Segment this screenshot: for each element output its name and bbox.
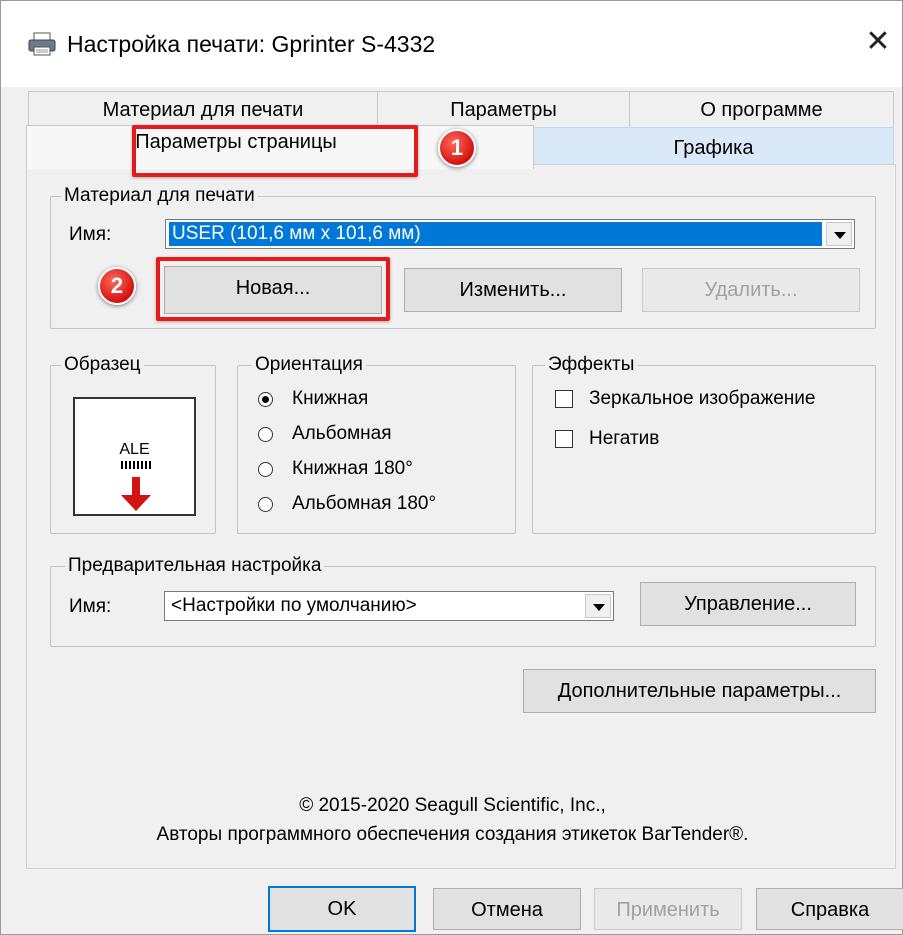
tab-about[interactable]: О программе bbox=[629, 91, 894, 129]
delete-stock-button[interactable]: Удалить... bbox=[642, 268, 860, 312]
group-title: Материал для печати bbox=[61, 184, 258, 208]
radio-label: Книжная bbox=[292, 388, 369, 409]
advanced-options-button[interactable]: Дополнительные параметры... bbox=[523, 669, 876, 713]
group-title: Предварительная настройка bbox=[65, 554, 325, 578]
tab-label: Графика bbox=[673, 137, 754, 159]
tab-graphics[interactable]: Графика bbox=[533, 127, 894, 165]
window-title: Настройка печати: Gprinter S-4332 bbox=[67, 31, 436, 57]
group-title: Ориентация bbox=[252, 353, 366, 377]
new-stock-button[interactable]: Новая... bbox=[164, 266, 382, 314]
group-title: Образец bbox=[61, 353, 144, 377]
checkbox-negative[interactable]: Негатив bbox=[555, 426, 875, 452]
orientation-group: Ориентация Книжная Альбомная Книжная 180… bbox=[237, 353, 516, 534]
radio-label: Книжная 180° bbox=[292, 458, 413, 479]
tab-label: Параметры страницы bbox=[135, 131, 337, 153]
help-button[interactable]: Справка bbox=[756, 888, 903, 930]
sample-group: Образец ALE bbox=[50, 353, 216, 534]
radio-dot[interactable] bbox=[258, 427, 273, 442]
tab-print-material[interactable]: Материал для печати bbox=[28, 91, 378, 129]
edit-stock-button[interactable]: Изменить... bbox=[404, 268, 622, 312]
radio-dot[interactable] bbox=[258, 392, 273, 407]
checkbox-label: Зеркальное изображение bbox=[589, 388, 816, 409]
radio-dot[interactable] bbox=[258, 497, 273, 512]
title-bar: Настройка печати: Gprinter S-4332 ✕ bbox=[1, 1, 902, 87]
step-badge-1: 1 bbox=[438, 129, 476, 167]
chevron-down-icon[interactable] bbox=[826, 222, 852, 246]
close-button[interactable]: ✕ bbox=[854, 21, 902, 67]
select-value: USER (101,6 мм x 101,6 мм) bbox=[169, 222, 822, 246]
step-badge-2: 2 bbox=[98, 267, 136, 305]
stock-name-label: Имя: bbox=[69, 224, 112, 245]
checkbox-box[interactable] bbox=[555, 430, 573, 448]
copyright-line-1: © 2015-2020 Seagull Scientific, Inc., bbox=[299, 795, 606, 816]
radio-landscape[interactable]: Альбомная bbox=[258, 421, 458, 447]
preset-name-label: Имя: bbox=[69, 596, 112, 617]
radio-label: Альбомная bbox=[292, 423, 392, 444]
radio-portrait[interactable]: Книжная bbox=[258, 386, 458, 412]
checkbox-mirror[interactable]: Зеркальное изображение bbox=[555, 386, 875, 412]
tab-label: О программе bbox=[700, 99, 823, 121]
radio-portrait-180[interactable]: Книжная 180° bbox=[258, 456, 458, 482]
apply-button[interactable]: Применить bbox=[594, 888, 742, 930]
preview-text: ALE bbox=[119, 441, 150, 458]
radio-landscape-180[interactable]: Альбомная 180° bbox=[258, 491, 458, 517]
barcode-icon bbox=[121, 461, 153, 469]
stock-name-select[interactable]: USER (101,6 мм x 101,6 мм) bbox=[165, 219, 855, 249]
preset-select[interactable]: <Настройки по умолчанию> bbox=[164, 591, 614, 621]
orientation-preview: ALE bbox=[73, 397, 196, 516]
tab-label: Материал для печати bbox=[102, 99, 304, 121]
effects-group: Эффекты Зеркальное изображение Негатив bbox=[532, 353, 876, 534]
select-value: <Настройки по умолчанию> bbox=[171, 595, 417, 616]
chevron-down-icon[interactable] bbox=[585, 594, 611, 618]
tab-parameters[interactable]: Параметры bbox=[377, 91, 630, 129]
checkbox-box[interactable] bbox=[555, 390, 573, 408]
copyright-line-2: Авторы программного обеспечения создания… bbox=[156, 824, 749, 845]
group-title: Эффекты bbox=[545, 353, 638, 377]
arrow-down-icon bbox=[121, 477, 151, 511]
checkbox-label: Негатив bbox=[589, 428, 660, 449]
tab-label: Параметры bbox=[450, 99, 557, 121]
radio-label: Альбомная 180° bbox=[292, 493, 437, 514]
printer-icon bbox=[28, 32, 56, 56]
cancel-button[interactable]: Отмена bbox=[433, 888, 581, 930]
ok-button[interactable]: OK bbox=[268, 886, 416, 932]
manage-presets-button[interactable]: Управление... bbox=[640, 582, 856, 626]
radio-dot[interactable] bbox=[258, 462, 273, 477]
print-settings-dialog: Настройка печати: Gprinter S-4332 ✕ Мате… bbox=[0, 0, 903, 935]
